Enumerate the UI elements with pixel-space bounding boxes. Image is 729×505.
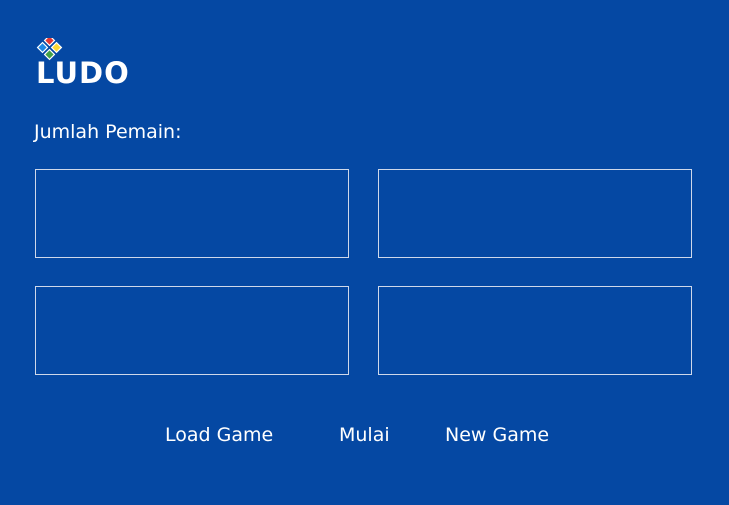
start-button[interactable]: Mulai (339, 421, 390, 449)
ludo-logo: LUDO (36, 38, 146, 90)
ludo-setup-screen: LUDO Jumlah Pemain: Load Game Mulai New … (0, 0, 729, 505)
player-count-heading: Jumlah Pemain: (34, 121, 182, 143)
logo-text: LUDO (36, 56, 130, 90)
player-slot-1[interactable] (35, 169, 349, 258)
load-game-button[interactable]: Load Game (165, 421, 273, 449)
player-slot-2[interactable] (378, 169, 692, 258)
player-slot-3[interactable] (35, 286, 349, 375)
player-slot-4[interactable] (378, 286, 692, 375)
new-game-button[interactable]: New Game (445, 421, 549, 449)
